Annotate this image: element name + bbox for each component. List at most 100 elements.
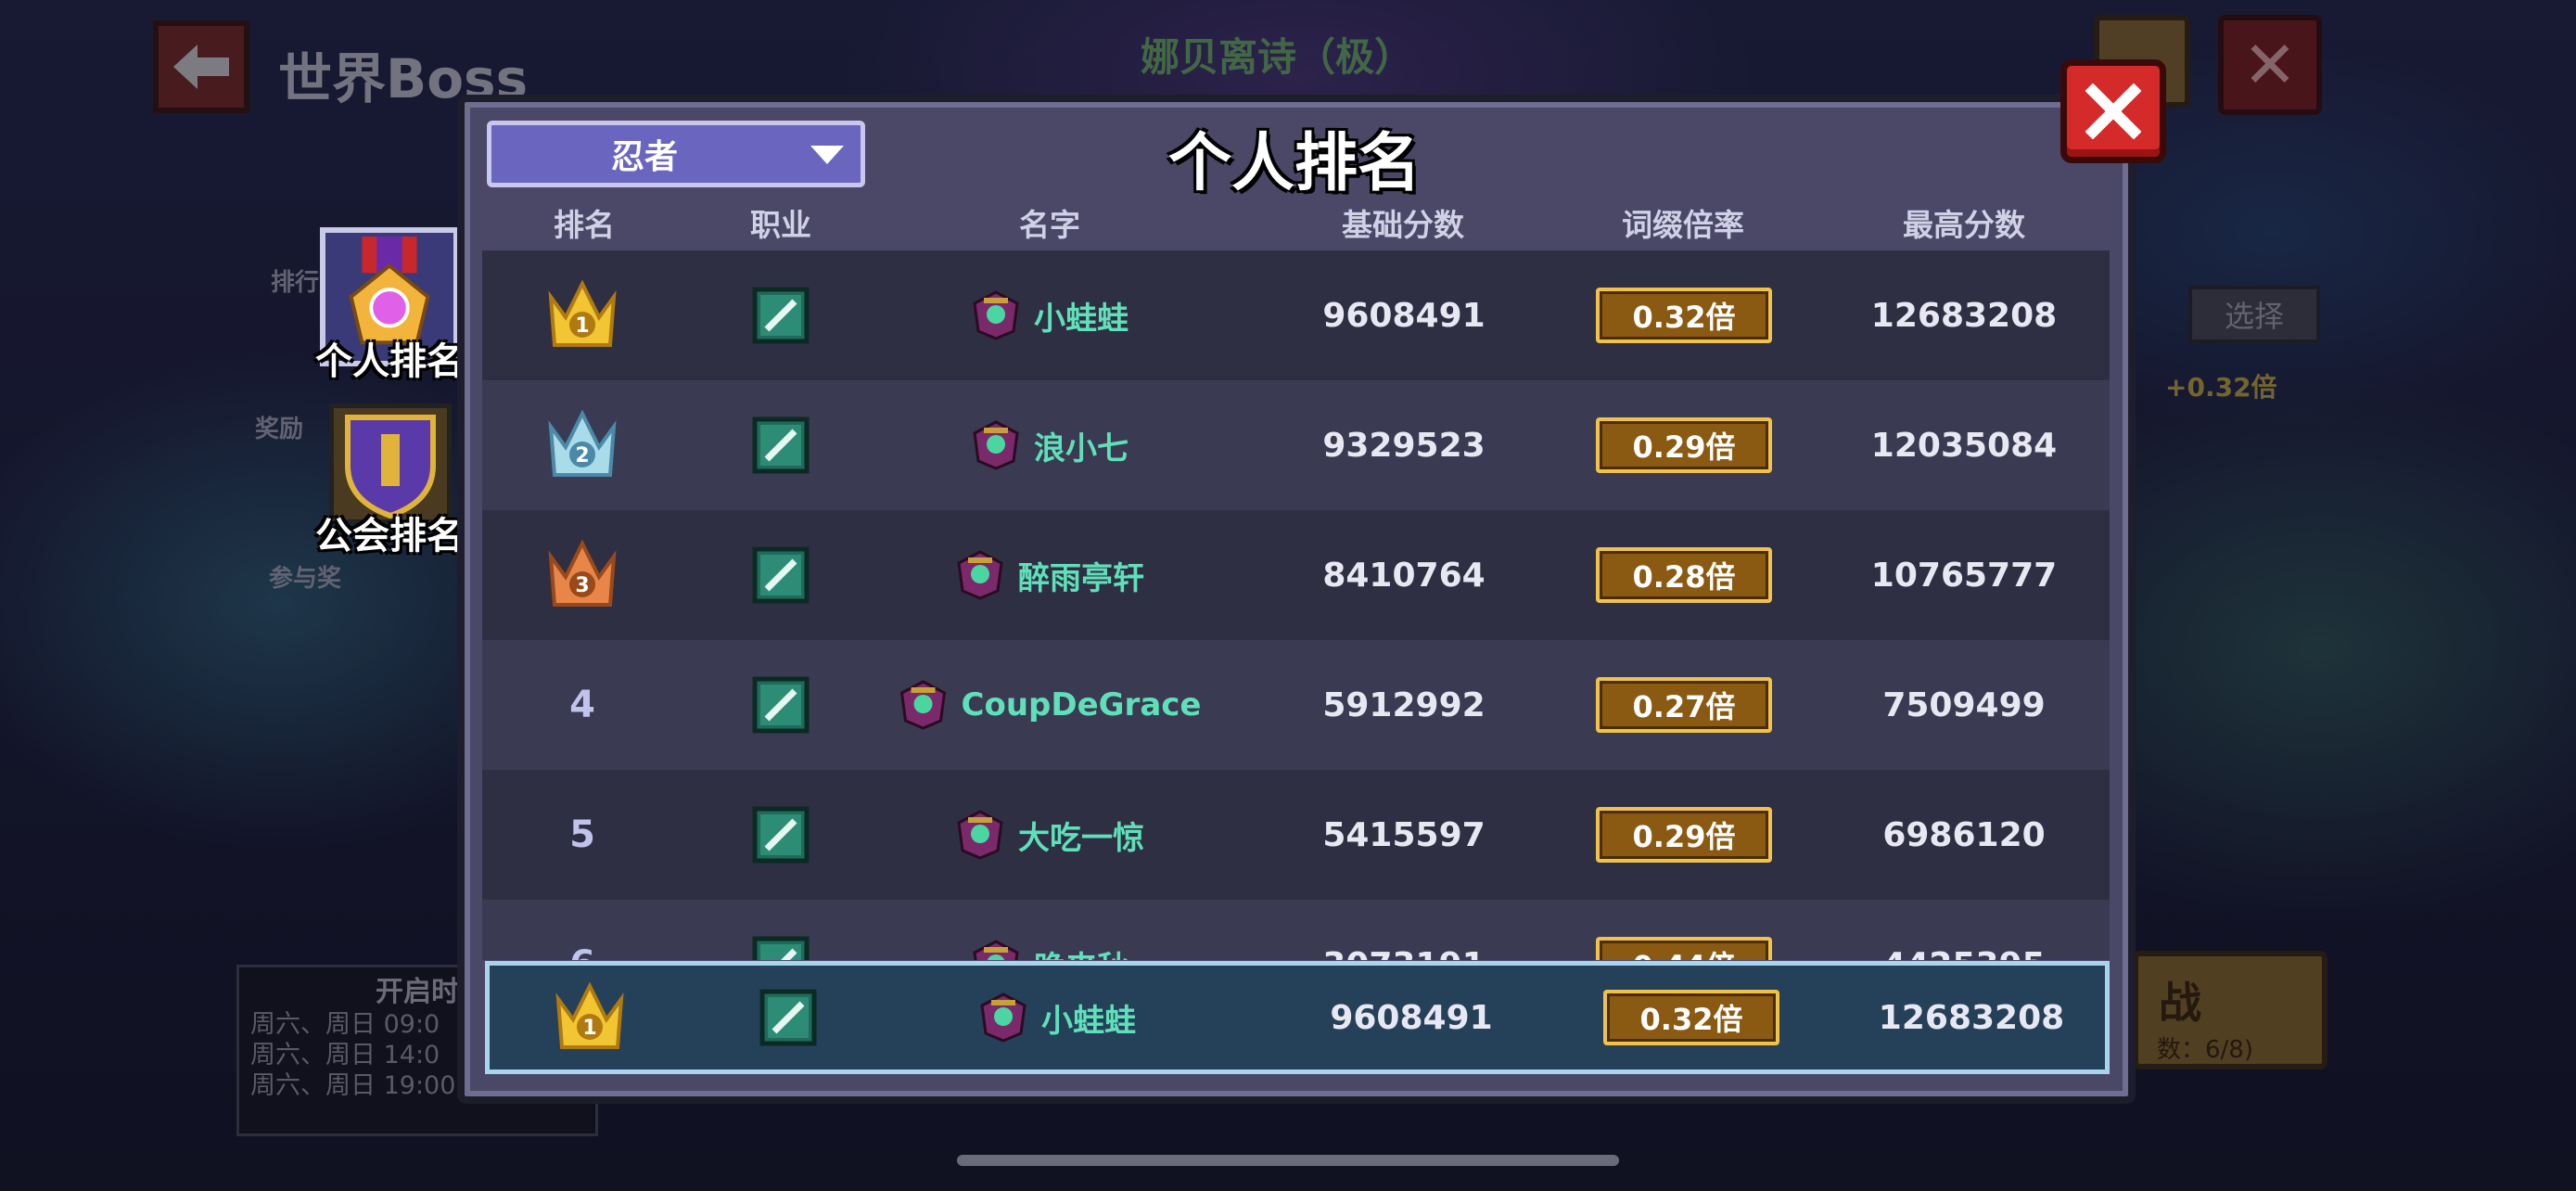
modal-close-button[interactable]	[2060, 59, 2166, 163]
ranking-list[interactable]: 1 小蛙蛙 9608491 0.32倍 12683208 2 浪小七 9329523 0.29倍…	[482, 250, 2110, 960]
avatar-icon	[973, 940, 1019, 960]
crown-rank-number: 2	[575, 444, 589, 467]
column-header-max-score: 最高分数	[1903, 207, 2025, 243]
table-row[interactable]: 1 小蛙蛙 9608491 0.32倍 12683208	[482, 250, 2110, 380]
column-header-name: 名字	[1019, 207, 1080, 243]
base-score-cell: 8410764	[1322, 510, 1485, 640]
rank-number: 5	[569, 813, 595, 856]
ninja-class-icon	[752, 676, 810, 734]
home-indicator[interactable]	[957, 1155, 1619, 1166]
base-score: 9329523	[1322, 426, 1486, 465]
player-name: 浪小七	[1034, 429, 1129, 467]
multiplier-cell: 0.29倍	[1596, 770, 1772, 900]
multiplier-badge: 0.28倍	[1596, 547, 1772, 603]
multiplier-badge: 0.29倍	[1596, 807, 1772, 863]
max-score-cell: 7509499	[1882, 640, 2045, 770]
ninja-class-icon	[752, 806, 810, 864]
base-score-cell: 3073191	[1322, 900, 1485, 961]
max-score-cell: 12035084	[1871, 380, 2057, 510]
multiplier-cell: 0.27倍	[1596, 640, 1772, 770]
max-score: 10765777	[1870, 556, 2058, 595]
base-score: 9608491	[1330, 998, 1493, 1037]
multiplier-badge: 0.32倍	[1603, 990, 1779, 1045]
max-score: 12683208	[1878, 998, 2065, 1037]
table-row[interactable]: 3 醉雨亭轩 8410764 0.28倍 10765777	[482, 510, 2110, 640]
class-cell	[752, 770, 810, 900]
my-ranking-row: 1 小蛙蛙 9608491 0.32倍 12683208	[485, 961, 2110, 1074]
crown-rank-number: 3	[575, 574, 589, 597]
rank-cell: 4	[569, 640, 595, 770]
base-score: 5912992	[1322, 685, 1486, 724]
rank-number: 6	[569, 943, 595, 960]
class-cell	[752, 250, 810, 380]
rank-cell: 2	[545, 380, 619, 510]
class-cell	[752, 640, 810, 770]
avatar-icon	[899, 680, 947, 730]
multiplier-cell: 0.44倍	[1596, 900, 1772, 960]
table-header: 排名 职业 名字 基础分数 词缀倍率 最高分数	[471, 195, 2122, 250]
player-name: CoupDeGrace	[961, 686, 1202, 724]
multiplier-badge: 0.44倍	[1596, 937, 1772, 960]
chevron-down-icon	[810, 146, 844, 164]
avatar-icon	[973, 290, 1019, 340]
base-score-cell: 9608491	[1322, 250, 1485, 380]
table-row[interactable]: 5 大吃一惊 5415597 0.29倍 6986120	[482, 770, 2110, 900]
class-cell	[752, 900, 810, 960]
table-row[interactable]: 6 晚来秋 3073191 0.44倍 4425395	[482, 900, 2110, 960]
class-cell	[752, 510, 810, 640]
player-name: 小蛙蛙	[1034, 300, 1129, 338]
ninja-class-icon	[759, 989, 817, 1046]
rank-cell: 3	[545, 510, 619, 640]
rank-cell: 1	[545, 250, 619, 380]
player-name: 晚来秋	[1034, 942, 1129, 961]
column-header-rank: 排名	[554, 207, 615, 243]
shield-icon	[345, 415, 436, 519]
player-name-cell[interactable]: CoupDeGrace	[899, 640, 1202, 770]
class-filter-dropdown[interactable]: 忍者	[487, 121, 865, 187]
gold-crown-icon: 1	[548, 280, 617, 347]
multiplier-cell: 0.29倍	[1596, 380, 1772, 510]
column-header-base-score: 基础分数	[1342, 207, 1464, 243]
max-score-cell: 12683208	[1871, 250, 2057, 380]
rank-cell: 6	[569, 900, 595, 960]
class-cell	[759, 966, 817, 1069]
rank-cell: 5	[569, 770, 595, 900]
class-filter-value: 忍者	[610, 138, 678, 176]
close-icon	[2085, 83, 2141, 139]
tab-personal-label: 个人排名	[315, 340, 464, 383]
max-score-cell: 6986120	[1882, 770, 2045, 900]
base-score: 5415597	[1322, 815, 1486, 854]
gold-crown-icon: 1	[555, 982, 624, 1049]
max-score: 12035084	[1870, 426, 2058, 465]
max-score-cell: 10765777	[1871, 510, 2057, 640]
table-row[interactable]: 4 CoupDeGrace 5912992 0.27倍 7509499	[482, 640, 2110, 770]
bronze-crown-icon: 3	[548, 540, 617, 607]
multiplier-badge: 0.27倍	[1596, 677, 1772, 733]
player-name: 醉雨亭轩	[1018, 559, 1144, 597]
max-score-cell: 4425395	[1882, 900, 2045, 961]
max-score: 7509499	[1882, 685, 2046, 724]
base-score: 8410764	[1322, 556, 1486, 595]
player-name-cell[interactable]: 大吃一惊	[955, 770, 1144, 900]
modal-title: 个人排名	[1168, 127, 1422, 200]
max-score: 12683208	[1870, 296, 2058, 335]
player-name-cell[interactable]: 小蛙蛙	[978, 966, 1136, 1069]
player-name-cell[interactable]: 晚来秋	[971, 900, 1129, 960]
silver-crown-icon: 2	[548, 410, 617, 477]
table-row[interactable]: 2 浪小七 9329523 0.29倍 12035084	[482, 380, 2110, 510]
player-name: 小蛙蛙	[1041, 1002, 1136, 1040]
rank-cell: 1	[553, 966, 627, 1069]
player-name-cell[interactable]: 醉雨亭轩	[955, 510, 1144, 640]
player-name-cell[interactable]: 浪小七	[971, 380, 1129, 510]
base-score-cell: 9329523	[1322, 380, 1485, 510]
avatar-icon	[980, 992, 1027, 1043]
player-name-cell[interactable]: 小蛙蛙	[971, 250, 1129, 380]
multiplier-cell: 0.32倍	[1603, 966, 1779, 1069]
base-score: 9608491	[1322, 296, 1486, 335]
avatar-icon	[957, 550, 1003, 600]
column-header-multiplier: 词缀倍率	[1622, 207, 1744, 243]
column-header-class: 职业	[750, 207, 811, 243]
crown-rank-number: 1	[575, 314, 589, 338]
ninja-class-icon	[752, 287, 810, 344]
base-score-cell: 5912992	[1322, 640, 1485, 770]
